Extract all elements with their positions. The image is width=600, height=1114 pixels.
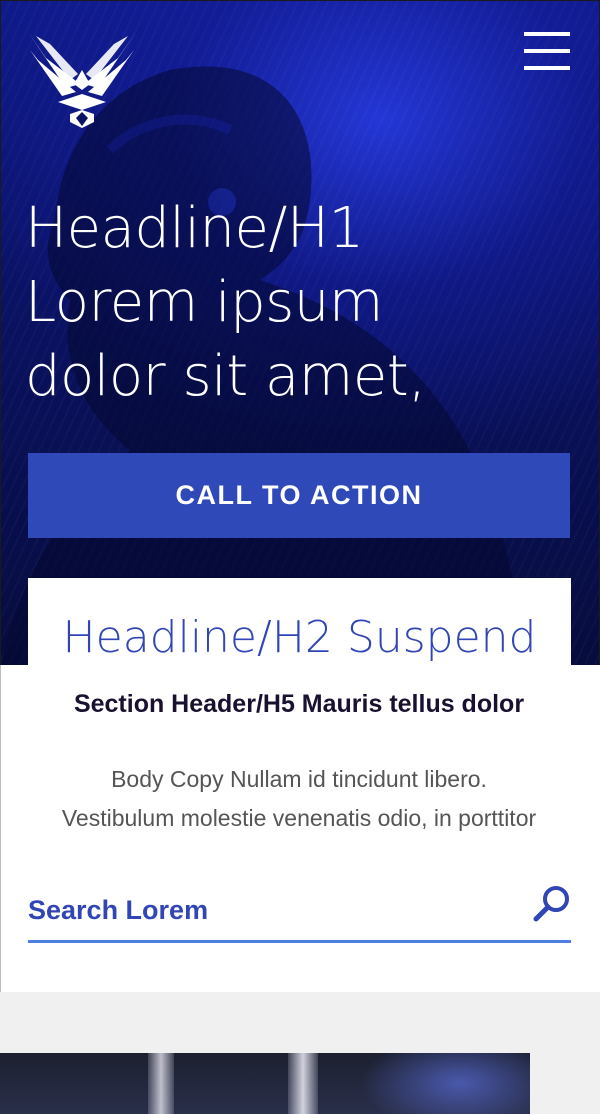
- menu-bar: [524, 49, 570, 53]
- hero-section: Headline/H1 Lorem ipsum dolor sit amet, …: [0, 0, 600, 666]
- search-icon[interactable]: [532, 884, 572, 924]
- search-input[interactable]: [28, 888, 518, 932]
- call-to-action-button[interactable]: CALL TO ACTION: [28, 453, 570, 538]
- body-copy-line: Vestibulum molestie venenatis odio, in p…: [61, 805, 537, 831]
- hero-headline-line: dolor sit amet,: [25, 344, 426, 409]
- image-glow: [360, 1053, 530, 1114]
- hamburger-menu-icon[interactable]: [522, 30, 572, 74]
- search-bar: [28, 880, 571, 943]
- menu-bar: [524, 66, 570, 70]
- featured-image[interactable]: [0, 1053, 530, 1114]
- air-force-wings-logo-icon[interactable]: [26, 30, 138, 132]
- hero-headline: Headline/H1 Lorem ipsum dolor sit amet,: [25, 192, 585, 414]
- image-light-beam: [148, 1053, 174, 1114]
- image-light-beam: [288, 1053, 318, 1114]
- body-copy-line: Body Copy Nullam id tincidunt libero.: [111, 766, 487, 792]
- hero-headline-line: Lorem ipsum: [25, 270, 383, 335]
- section-header: Section Header/H5 Mauris tellus dolor: [73, 690, 525, 718]
- menu-bar: [524, 32, 570, 36]
- hero-headline-line: Headline/H1: [25, 196, 364, 261]
- section-headline: Headline/H2 Suspend: [62, 612, 537, 663]
- body-copy: Body Copy Nullam id tincidunt libero. Ve…: [0, 760, 598, 838]
